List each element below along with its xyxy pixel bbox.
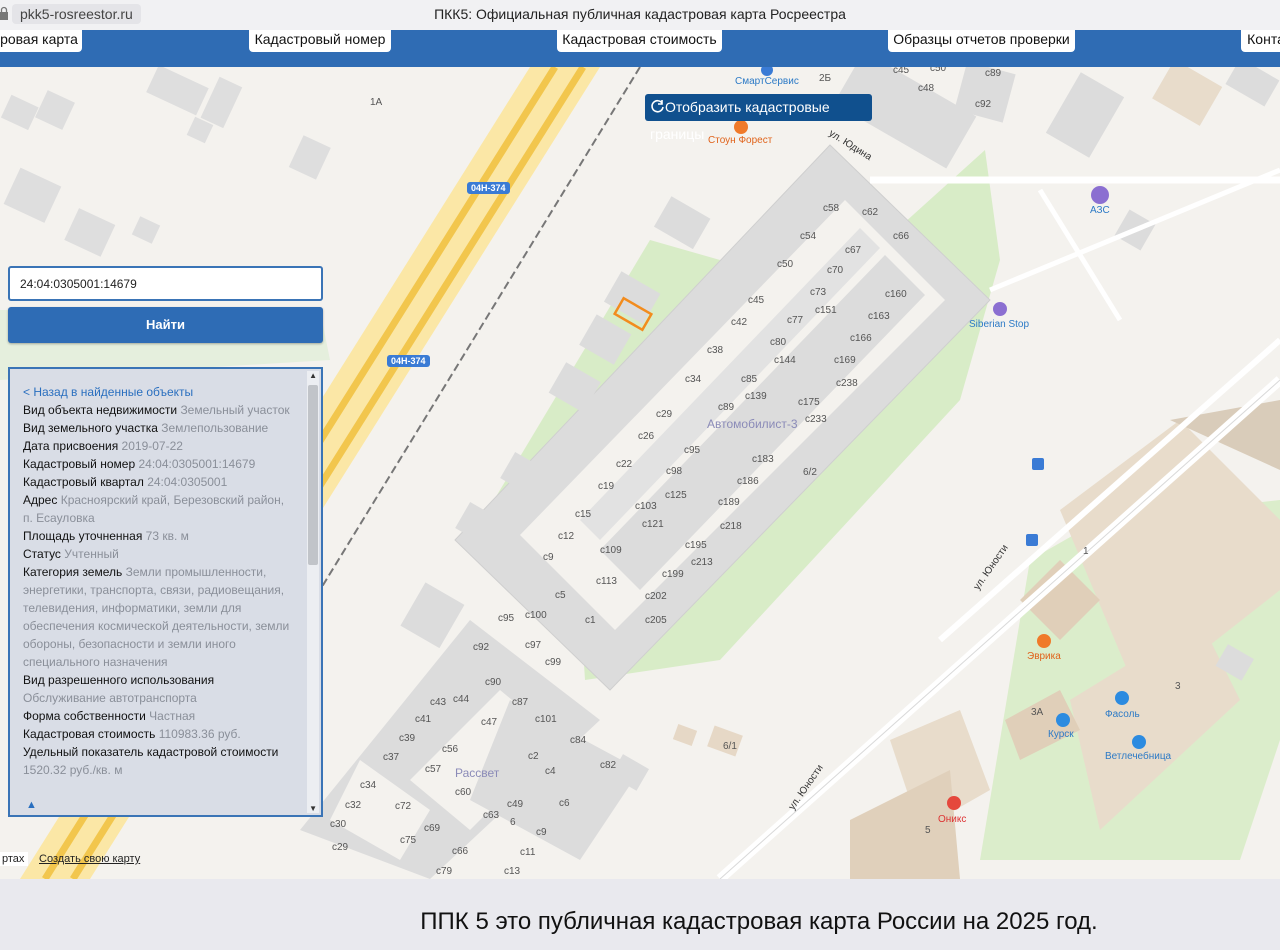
scroll-down-icon[interactable]: ▼ — [309, 804, 317, 813]
map-footer-text[interactable]: ртах — [0, 852, 29, 866]
info-row: Вид разрешенного использования Обслуживан… — [23, 673, 215, 705]
nav-tab-report-samples[interactable]: Образцы отчетов проверки — [888, 30, 1075, 52]
info-row: Категория земель Земли промышленности, э… — [23, 565, 290, 669]
poi-label[interactable]: Стоун Форест — [708, 135, 772, 146]
gas-station-icon[interactable] — [1090, 185, 1110, 205]
info-row: Удельный показатель кадастровой стоимост… — [23, 745, 279, 777]
poi-label[interactable]: АЗС — [1090, 205, 1110, 216]
pharmacy-icon[interactable] — [946, 795, 962, 811]
object-info-content: < Назад в найденные объекты Вид объекта … — [23, 383, 295, 779]
info-row: Форма собственности Частная — [23, 709, 196, 723]
page-title: ПКК5: Официальная публичная кадастровая … — [434, 6, 846, 22]
shop-icon[interactable] — [1114, 690, 1130, 706]
nav-tab-cadastral-number[interactable]: Кадастровый номер — [249, 30, 391, 52]
info-row: Дата присвоения 2019-07-22 — [23, 439, 183, 453]
object-info-panel: < Назад в найденные объекты Вид объекта … — [8, 367, 323, 817]
info-row: Вид земельного участка Землепользование — [23, 421, 269, 435]
poi-icon[interactable] — [1036, 633, 1052, 649]
back-to-results-link[interactable]: < Назад в найденные объекты — [23, 383, 295, 401]
bus-stop-icon[interactable] — [1031, 457, 1045, 471]
scroll-top-icon[interactable]: ▲ — [26, 799, 37, 811]
poi-icon[interactable] — [733, 119, 749, 135]
info-row: Вид объекта недвижимости Земельный участ… — [23, 403, 290, 417]
nav-tab-map[interactable]: ровая карта — [0, 30, 82, 52]
info-row: Кадастровая стоимость 110983.36 руб. — [23, 727, 241, 741]
create-map-link[interactable]: Создать свою карту — [35, 852, 144, 866]
road-badge: 04Н-374 — [387, 355, 430, 367]
district-label: Автомобилист-3 — [707, 417, 798, 431]
caption-text: ППК 5 это публичная кадастровая карта Ро… — [420, 908, 1098, 935]
info-row: Кадастровый номер 24:04:0305001:14679 — [23, 457, 256, 471]
poi-label[interactable]: Siberian Stop — [969, 319, 1029, 330]
find-button[interactable]: Найти — [8, 307, 323, 343]
info-row: Кадастровый квартал 24:04:0305001 — [23, 475, 228, 489]
district-label-2: Рассвет — [455, 766, 500, 780]
poi-label[interactable]: Эврика — [1027, 651, 1061, 662]
shop-icon[interactable] — [1055, 712, 1071, 728]
refresh-icon — [651, 99, 664, 113]
poi-label[interactable]: Фасоль — [1105, 709, 1140, 720]
info-row: Статус Учтенный — [23, 547, 119, 561]
nav-tab-cadastral-value[interactable]: Кадастровая стоимость — [557, 30, 722, 52]
bus-stop-icon[interactable] — [1025, 533, 1039, 547]
nav-tab-contacts[interactable]: Конта — [1241, 30, 1280, 52]
info-row: Адрес Красноярский край, Березовский рай… — [23, 493, 285, 525]
scrollbar-thumb[interactable] — [308, 385, 318, 565]
show-cadastral-borders-button[interactable]: Отобразить кадастровые границы — [645, 94, 872, 142]
info-row: Площадь уточненная 73 кв. м — [23, 529, 189, 543]
poi-icon[interactable] — [992, 301, 1008, 317]
poi-label[interactable]: Ветлечебница — [1105, 751, 1171, 762]
paw-icon[interactable] — [1131, 734, 1147, 750]
scroll-up-icon[interactable]: ▲ — [309, 371, 317, 380]
poi-label[interactable]: СмартСервис — [735, 76, 799, 87]
poi-label[interactable]: Курск — [1048, 729, 1074, 740]
browser-top-bar: pkk5-rosreestor.ru ПКК5: Официальная пуб… — [0, 0, 1280, 30]
cadastral-search-input[interactable] — [8, 266, 323, 301]
road-badge: 04Н-374 — [467, 182, 510, 194]
site-nav: ровая карта Кадастровый номер Кадастрова… — [0, 30, 1280, 67]
poi-label[interactable]: Оникс — [938, 814, 966, 825]
